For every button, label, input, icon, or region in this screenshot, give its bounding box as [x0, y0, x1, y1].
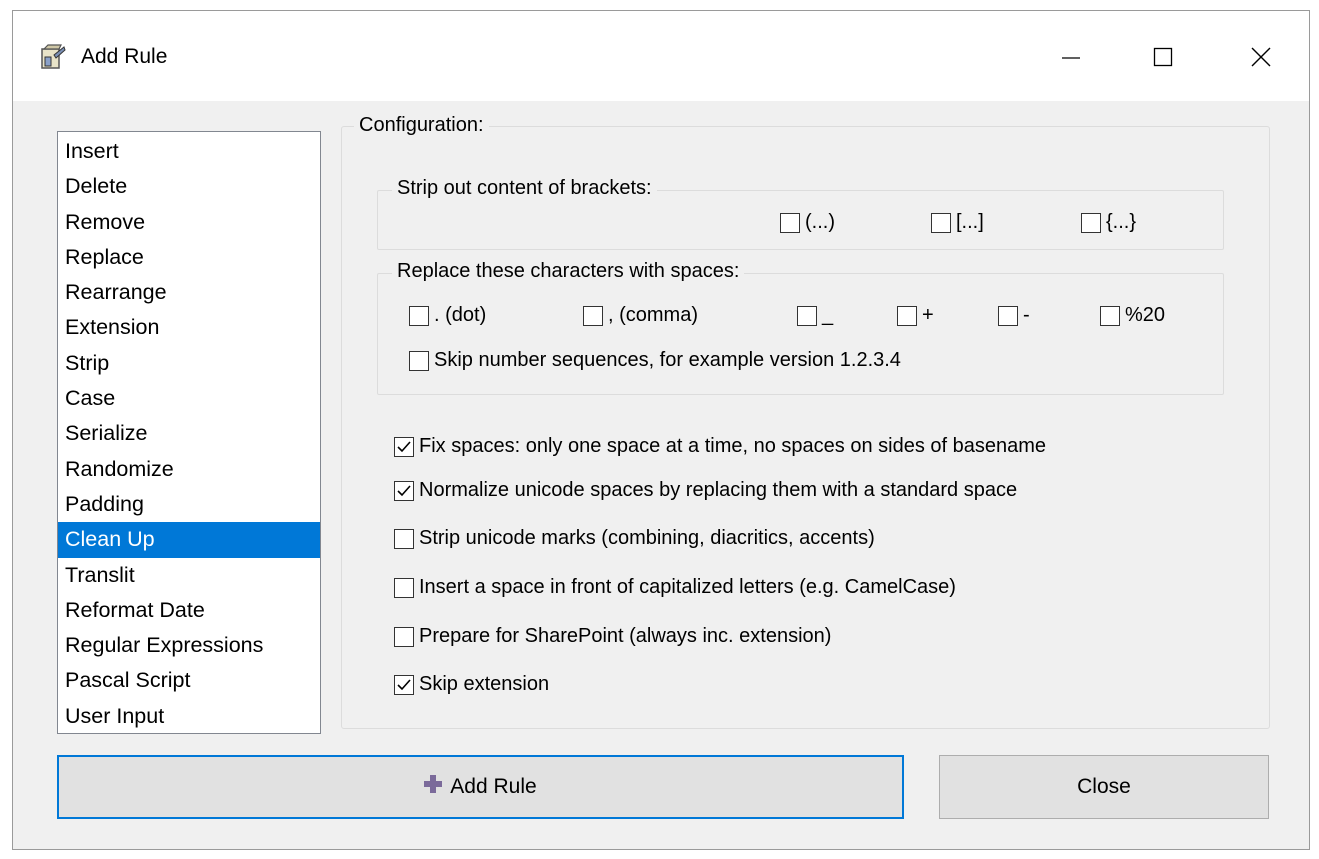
checkbox-box[interactable] — [394, 626, 414, 647]
title-bar: Add Rule — [13, 11, 1309, 101]
checkbox-normalize-unicode-spaces[interactable]: Normalize unicode spaces by replacing th… — [394, 479, 1017, 502]
checkbox-dot[interactable]: . (dot) — [409, 304, 486, 327]
checkbox-label: Insert a space in front of capitalized l… — [419, 576, 956, 598]
close-button[interactable]: Close — [939, 755, 1269, 819]
rule-list-item[interactable]: Translit — [58, 558, 320, 593]
checkbox-comma[interactable]: , (comma) — [583, 304, 698, 327]
checkbox-plus[interactable]: + — [897, 304, 934, 327]
checkbox-label: Skip extension — [419, 673, 550, 695]
configuration-legend: Configuration: — [354, 114, 489, 137]
close-icon — [1251, 47, 1271, 67]
checkbox-label: + — [922, 304, 934, 326]
checkbox-box[interactable] — [394, 674, 414, 695]
rule-list[interactable]: Insert Delete Remove Replace Rearrange Extens… — [57, 131, 321, 734]
checkbox-label: , (comma) — [608, 304, 698, 326]
rule-list-item[interactable]: Strip — [58, 346, 320, 381]
checkbox-box[interactable] — [1100, 305, 1120, 326]
checkbox-fix-spaces[interactable]: Fix spaces: only one space at a time, no… — [394, 435, 1046, 458]
add-rule-dialog: Add Rule Insert Delete Remove Replace Rearra… — [12, 10, 1310, 850]
checkbox-box[interactable] — [409, 305, 429, 326]
add-rule-button[interactable]: Add Rule — [57, 755, 904, 819]
checkbox-underscore[interactable]: _ — [797, 304, 833, 327]
checkbox-box[interactable] — [394, 480, 414, 501]
checkbox-hyphen[interactable]: - — [998, 304, 1030, 327]
maximize-icon — [1153, 47, 1173, 67]
configuration-panel: Configuration: Strip out content of brac… — [341, 114, 1270, 729]
close-label: Close — [1077, 775, 1131, 798]
rule-list-item[interactable]: User Input — [58, 699, 320, 734]
checkbox-label: {...} — [1106, 211, 1137, 233]
rule-list-item[interactable]: Padding — [58, 487, 320, 522]
checkbox-curly-brackets[interactable]: {...} — [1081, 211, 1136, 234]
checkbox-box[interactable] — [931, 212, 951, 233]
checkbox-box[interactable] — [897, 305, 917, 326]
checkbox-box[interactable] — [394, 528, 414, 549]
replace-characters-legend: Replace these characters with spaces: — [392, 260, 745, 283]
rule-list-item[interactable]: Insert — [58, 134, 320, 169]
checkbox-box[interactable] — [780, 212, 800, 233]
checkbox-box[interactable] — [409, 350, 429, 371]
rule-list-item[interactable]: Rearrange — [58, 275, 320, 310]
rule-list-item[interactable]: Case — [58, 381, 320, 416]
rule-list-item[interactable]: Replace — [58, 240, 320, 275]
rule-list-item[interactable]: Delete — [58, 169, 320, 204]
checkbox-label: _ — [822, 304, 834, 326]
rule-list-item[interactable]: Extension — [58, 310, 320, 345]
brackets-legend: Strip out content of brackets: — [392, 177, 657, 200]
checkbox-box[interactable] — [797, 305, 817, 326]
checkbox-parentheses[interactable]: (...) — [780, 211, 835, 234]
rule-list-item[interactable]: Clean Up — [58, 522, 320, 558]
checkbox-prepare-sharepoint[interactable]: Prepare for SharePoint (always inc. exte… — [394, 625, 831, 648]
brackets-group: Strip out content of brackets: (...) [..… — [377, 177, 1224, 250]
checkbox-box[interactable] — [583, 305, 603, 326]
checkbox-box[interactable] — [998, 305, 1018, 326]
checkbox-strip-unicode-marks[interactable]: Strip unicode marks (combining, diacriti… — [394, 527, 875, 550]
checkbox-box[interactable] — [394, 577, 414, 598]
checkbox-label: (...) — [805, 211, 835, 233]
minimize-button[interactable] — [1041, 29, 1101, 85]
close-window-button[interactable] — [1231, 29, 1291, 85]
checkbox-label: Normalize unicode spaces by replacing th… — [419, 479, 1018, 501]
plus-icon — [424, 775, 443, 799]
checkbox-box[interactable] — [394, 436, 414, 457]
rule-list-item[interactable]: Pascal Script — [58, 663, 320, 698]
maximize-button[interactable] — [1133, 29, 1193, 85]
app-icon — [39, 43, 67, 71]
checkbox-label: %20 — [1125, 304, 1166, 326]
window-title: Add Rule — [81, 45, 168, 68]
checkbox-skip-extension[interactable]: Skip extension — [394, 673, 549, 696]
checkbox-label: - — [1023, 304, 1030, 326]
checkbox-label: Strip unicode marks (combining, diacriti… — [419, 527, 875, 549]
checkbox-label: Prepare for SharePoint (always inc. exte… — [419, 625, 832, 647]
rule-list-item[interactable]: Randomize — [58, 452, 320, 487]
checkbox-label: [...] — [956, 211, 984, 233]
rule-list-item[interactable]: Reformat Date — [58, 593, 320, 628]
checkbox-skip-number-sequences[interactable]: Skip number sequences, for example versi… — [409, 349, 901, 372]
checkbox-box[interactable] — [1081, 212, 1101, 233]
rule-list-item[interactable]: Regular Expressions — [58, 628, 320, 663]
checkbox-label: Fix spaces: only one space at a time, no… — [419, 435, 1047, 457]
minimize-icon — [1062, 57, 1080, 59]
checkbox-square-brackets[interactable]: [...] — [931, 211, 984, 234]
replace-characters-group: Replace these characters with spaces: . … — [377, 260, 1224, 395]
rule-list-item[interactable]: Remove — [58, 205, 320, 240]
rule-list-item[interactable]: Serialize — [58, 416, 320, 451]
checkbox-percent20[interactable]: %20 — [1100, 304, 1165, 327]
checkbox-insert-space-capitals[interactable]: Insert a space in front of capitalized l… — [394, 576, 956, 599]
add-rule-label: Add Rule — [450, 775, 537, 798]
checkbox-label: . (dot) — [434, 304, 487, 326]
checkbox-label: Skip number sequences, for example versi… — [434, 349, 901, 371]
